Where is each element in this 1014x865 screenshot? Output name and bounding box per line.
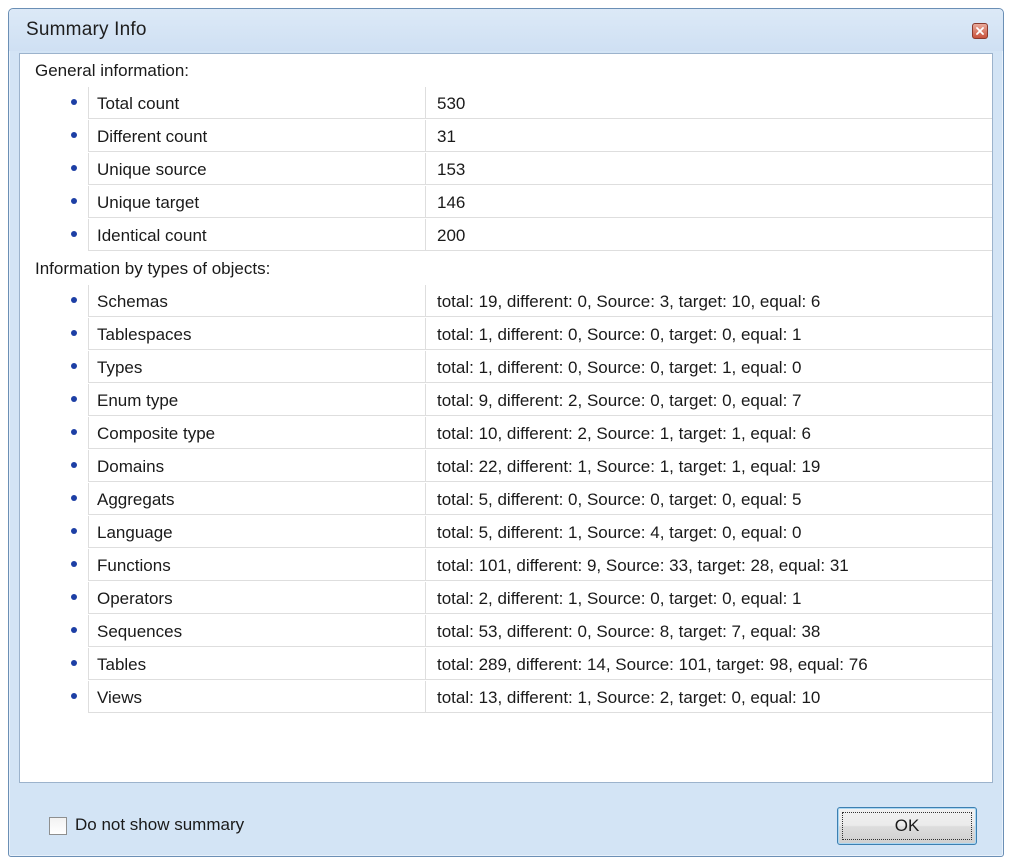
item-name: Views [88, 681, 425, 713]
item-name: Identical count [88, 219, 425, 251]
item-value: total: 1, different: 0, Source: 0, targe… [425, 351, 992, 383]
bullet-icon [71, 165, 77, 171]
item-value: total: 289, different: 14, Source: 101, … [425, 648, 992, 680]
item-name: Total count [88, 87, 425, 119]
item-name: Functions [88, 549, 425, 581]
ok-button[interactable]: OK [837, 807, 977, 845]
bullet-icon [71, 528, 77, 534]
close-button[interactable] [972, 23, 988, 39]
bullet-icon [71, 231, 77, 237]
item-value: 146 [425, 186, 992, 218]
item-name: Tablespaces [88, 318, 425, 350]
item-name: Unique source [88, 153, 425, 185]
list-item: Sequences total: 53, different: 0, Sourc… [20, 615, 992, 648]
dialog-footer: Do not show summary OK [9, 787, 1003, 856]
bullet-icon [71, 330, 77, 336]
list-item: Functions total: 101, different: 9, Sour… [20, 549, 992, 582]
list-item: Language total: 5, different: 1, Source:… [20, 516, 992, 549]
item-name: Types [88, 351, 425, 383]
do-not-show-summary-label[interactable]: Do not show summary [75, 815, 244, 835]
list-item: Aggregats total: 5, different: 0, Source… [20, 483, 992, 516]
item-name: Different count [88, 120, 425, 152]
item-value: total: 19, different: 0, Source: 3, targ… [425, 285, 992, 317]
list-item: Total count 530 [20, 87, 992, 120]
bullet-icon [71, 495, 77, 501]
item-name: Domains [88, 450, 425, 482]
bullet-icon [71, 132, 77, 138]
item-value: total: 5, different: 0, Source: 0, targe… [425, 483, 992, 515]
types-information-header: Information by types of objects: [35, 259, 271, 278]
item-value: total: 53, different: 0, Source: 8, targ… [425, 615, 992, 647]
item-name: Unique target [88, 186, 425, 218]
bullet-icon [71, 462, 77, 468]
list-item: Identical count 200 [20, 219, 992, 252]
list-item: Domains total: 22, different: 1, Source:… [20, 450, 992, 483]
list-item: Views total: 13, different: 1, Source: 2… [20, 681, 992, 714]
summary-info-dialog: Summary Info General information: Total … [8, 8, 1004, 857]
bullet-icon [71, 627, 77, 633]
item-value: 153 [425, 153, 992, 185]
item-name: Language [88, 516, 425, 548]
list-item: Different count 31 [20, 120, 992, 153]
dialog-title: Summary Info [26, 19, 147, 40]
summary-list: General information: Total count 530 Dif… [19, 53, 993, 783]
list-item: Types total: 1, different: 0, Source: 0,… [20, 351, 992, 384]
list-item: Tables total: 289, different: 14, Source… [20, 648, 992, 681]
item-value: 200 [425, 219, 992, 251]
item-name: Schemas [88, 285, 425, 317]
bullet-icon [71, 99, 77, 105]
bullet-icon [71, 561, 77, 567]
bullet-icon [71, 693, 77, 699]
close-icon [976, 27, 984, 35]
item-name: Sequences [88, 615, 425, 647]
list-item: Operators total: 2, different: 1, Source… [20, 582, 992, 615]
list-item: Schemas total: 19, different: 0, Source:… [20, 285, 992, 318]
list-item: Enum type total: 9, different: 2, Source… [20, 384, 992, 417]
general-information-header: General information: [35, 61, 190, 80]
item-value: total: 22, different: 1, Source: 1, targ… [425, 450, 992, 482]
bullet-icon [71, 594, 77, 600]
list-item: Unique target 146 [20, 186, 992, 219]
bullet-icon [71, 660, 77, 666]
item-value: total: 1, different: 0, Source: 0, targe… [425, 318, 992, 350]
item-name: Operators [88, 582, 425, 614]
bullet-icon [71, 198, 77, 204]
item-name: Composite type [88, 417, 425, 449]
item-value: total: 101, different: 9, Source: 33, ta… [425, 549, 992, 581]
item-name: Enum type [88, 384, 425, 416]
item-value: total: 5, different: 1, Source: 4, targe… [425, 516, 992, 548]
list-item: Tablespaces total: 1, different: 0, Sour… [20, 318, 992, 351]
list-item: Unique source 153 [20, 153, 992, 186]
do-not-show-summary-checkbox[interactable] [49, 817, 67, 835]
item-name: Aggregats [88, 483, 425, 515]
item-value: total: 9, different: 2, Source: 0, targe… [425, 384, 992, 416]
list-item: Composite type total: 10, different: 2, … [20, 417, 992, 450]
title-bar: Summary Info [9, 9, 1003, 51]
item-value: 31 [425, 120, 992, 152]
item-value: total: 2, different: 1, Source: 0, targe… [425, 582, 992, 614]
bullet-icon [71, 396, 77, 402]
bullet-icon [71, 297, 77, 303]
bullet-icon [71, 429, 77, 435]
item-value: 530 [425, 87, 992, 119]
bullet-icon [71, 363, 77, 369]
ok-button-label: OK [894, 816, 920, 835]
item-value: total: 10, different: 2, Source: 1, targ… [425, 417, 992, 449]
item-name: Tables [88, 648, 425, 680]
item-value: total: 13, different: 1, Source: 2, targ… [425, 681, 992, 713]
